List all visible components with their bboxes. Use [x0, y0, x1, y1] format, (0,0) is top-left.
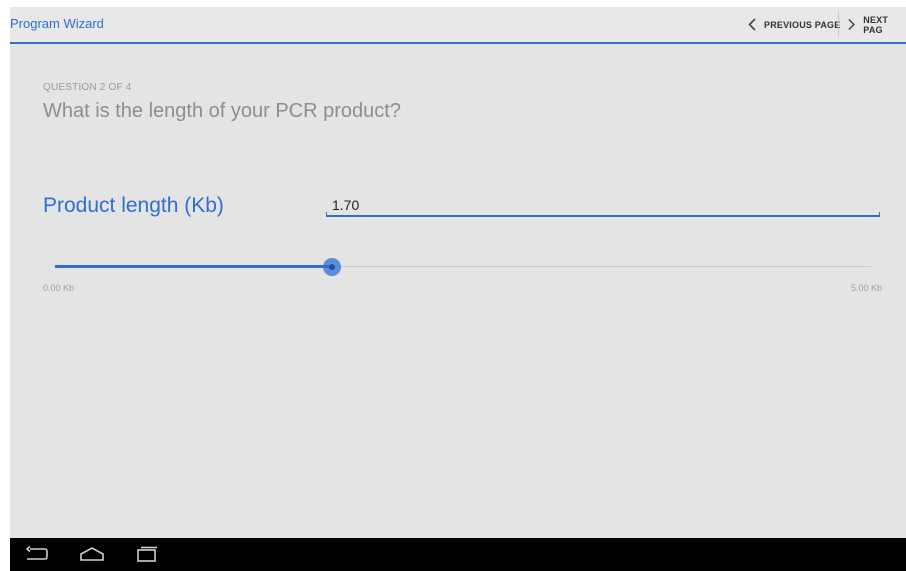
system-recent-apps-button[interactable] [136, 546, 158, 567]
app-screen: ‹ Program Wizard PREVIOUS PAGE NEXT PAG … [10, 7, 906, 571]
previous-page-label: PREVIOUS PAGE [764, 19, 841, 30]
product-length-label: Product length (Kb) [43, 194, 224, 217]
action-bar: ‹ Program Wizard PREVIOUS PAGE NEXT PAG [10, 7, 906, 44]
product-length-input[interactable] [326, 194, 885, 216]
toolbar-divider [838, 11, 839, 37]
back-icon [25, 545, 48, 560]
previous-page-button[interactable]: PREVIOUS PAGE [748, 7, 840, 42]
chevron-right-icon [848, 18, 855, 31]
question-counter: QUESTION 2 OF 4 [43, 82, 132, 93]
system-back-button[interactable] [24, 545, 48, 567]
home-icon [80, 547, 104, 561]
slider-min-label: 0.00 Kb [43, 283, 75, 293]
back-to-program-wizard[interactable]: ‹ Program Wizard [10, 16, 104, 31]
product-length-slider[interactable] [55, 257, 871, 277]
question-title: What is the length of your PCR product? [43, 100, 401, 122]
system-navigation-bar [10, 538, 906, 571]
input-underline [326, 212, 880, 217]
slider-thumb[interactable] [323, 258, 341, 276]
next-page-label: NEXT PAG [863, 14, 889, 35]
next-page-button[interactable]: NEXT PAG [848, 7, 906, 42]
recent-apps-icon [137, 546, 157, 562]
system-home-button[interactable] [79, 546, 105, 567]
slider-fill [55, 265, 332, 268]
back-label: Program Wizard [10, 16, 104, 31]
chevron-left-icon [748, 18, 756, 31]
slider-max-label: 5.00 Kb [850, 283, 882, 293]
